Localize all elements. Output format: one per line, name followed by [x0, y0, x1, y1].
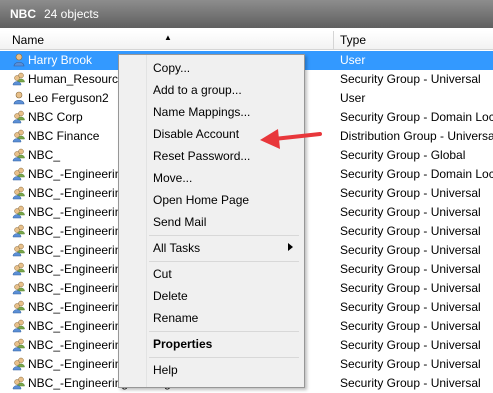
- user-icon: [12, 91, 26, 105]
- menu-item-cut[interactable]: Cut: [153, 267, 172, 281]
- group-icon: [12, 319, 26, 333]
- row-name: NBC_-Engineering: [28, 243, 129, 257]
- menu-item-all-tasks[interactable]: All Tasks: [153, 241, 200, 255]
- group-icon: [12, 129, 26, 143]
- row-type: Security Group - Domain Local: [340, 167, 493, 181]
- menu-item-properties[interactable]: Properties: [153, 337, 212, 351]
- row-type: Security Group - Global: [340, 148, 466, 162]
- group-icon: [12, 148, 26, 162]
- group-icon: [12, 357, 26, 371]
- object-count: 24 objects: [44, 7, 99, 21]
- row-type: Security Group - Universal: [340, 205, 481, 219]
- menu-item-name-mappings[interactable]: Name Mappings...: [153, 105, 250, 119]
- column-divider[interactable]: [333, 31, 334, 49]
- menu-separator: [149, 261, 299, 262]
- user-icon: [12, 53, 26, 67]
- row-type: Security Group - Universal: [340, 319, 481, 333]
- group-icon: [12, 167, 26, 181]
- list-header: Name ▲ Type: [0, 31, 493, 50]
- row-name: Harry Brook: [28, 53, 93, 67]
- group-icon: [12, 186, 26, 200]
- title-bar: NBC 24 objects: [0, 0, 493, 28]
- menu-item-rename[interactable]: Rename: [153, 311, 198, 325]
- group-icon: [12, 338, 26, 352]
- row-name: NBC_-Engineering: [28, 262, 129, 276]
- row-name: NBC Corp: [28, 110, 83, 124]
- row-type: Security Group - Universal: [340, 224, 481, 238]
- row-name: NBC_-Engineering: [28, 357, 129, 371]
- column-header-type[interactable]: Type: [340, 33, 366, 47]
- row-type: Security Group - Universal: [340, 281, 481, 295]
- group-icon: [12, 300, 26, 314]
- menu-item-help[interactable]: Help: [153, 363, 178, 377]
- group-icon: [12, 224, 26, 238]
- sort-ascending-icon: ▲: [164, 33, 172, 42]
- group-icon: [12, 243, 26, 257]
- menu-separator: [149, 235, 299, 236]
- row-name: NBC_-Engineering: [28, 186, 129, 200]
- row-type: Security Group - Universal: [340, 243, 481, 257]
- row-type: User: [340, 53, 366, 67]
- group-icon: [12, 72, 26, 86]
- row-name: NBC_-Engineering: [28, 338, 129, 352]
- row-name: Leo Ferguson2: [28, 91, 109, 105]
- group-icon: [12, 110, 26, 124]
- menu-item-copy[interactable]: Copy...: [153, 61, 190, 75]
- row-type: User: [340, 91, 366, 105]
- row-name: NBC_-Engineering: [28, 224, 129, 238]
- group-icon: [12, 262, 26, 276]
- row-name: NBC Finance: [28, 129, 100, 143]
- context-menu: Copy... Add to a group... Name Mappings.…: [118, 54, 305, 388]
- menu-separator: [149, 357, 299, 358]
- menu-item-send-mail[interactable]: Send Mail: [153, 215, 206, 229]
- submenu-arrow-icon: [288, 243, 293, 251]
- menu-item-move[interactable]: Move...: [153, 171, 192, 185]
- row-type: Security Group - Universal: [340, 186, 481, 200]
- menu-separator: [149, 331, 299, 332]
- group-icon: [12, 281, 26, 295]
- group-icon: [12, 205, 26, 219]
- row-type: Security Group - Domain Local: [340, 110, 493, 124]
- row-type: Security Group - Universal: [340, 338, 481, 352]
- row-name: Human_Resource: [28, 72, 125, 86]
- menu-icon-gutter: [146, 55, 147, 387]
- menu-item-open-home-page[interactable]: Open Home Page: [153, 193, 249, 207]
- row-type: Security Group - Universal: [340, 357, 481, 371]
- row-type: Security Group - Universal: [340, 262, 481, 276]
- container-name: NBC: [10, 7, 36, 21]
- row-name: NBC_-Engineering: [28, 300, 129, 314]
- menu-item-add-to-group[interactable]: Add to a group...: [153, 83, 242, 97]
- row-name: NBC_-Engineering: [28, 205, 129, 219]
- column-header-name[interactable]: Name: [12, 33, 44, 47]
- menu-item-disable-account[interactable]: Disable Account: [153, 127, 239, 141]
- row-name: NBC_: [28, 148, 61, 162]
- row-name: NBC_-Engineering: [28, 319, 129, 333]
- row-name: NBC_-Engineering: [28, 167, 129, 181]
- row-type: Security Group - Universal: [340, 72, 481, 86]
- row-name: NBC_-Engineering: [28, 281, 129, 295]
- row-type: Distribution Group - Universal: [340, 129, 493, 143]
- menu-item-delete[interactable]: Delete: [153, 289, 188, 303]
- row-type: Security Group - Universal: [340, 300, 481, 314]
- menu-item-reset-password[interactable]: Reset Password...: [153, 149, 250, 163]
- annotation-arrow-icon: [260, 129, 322, 149]
